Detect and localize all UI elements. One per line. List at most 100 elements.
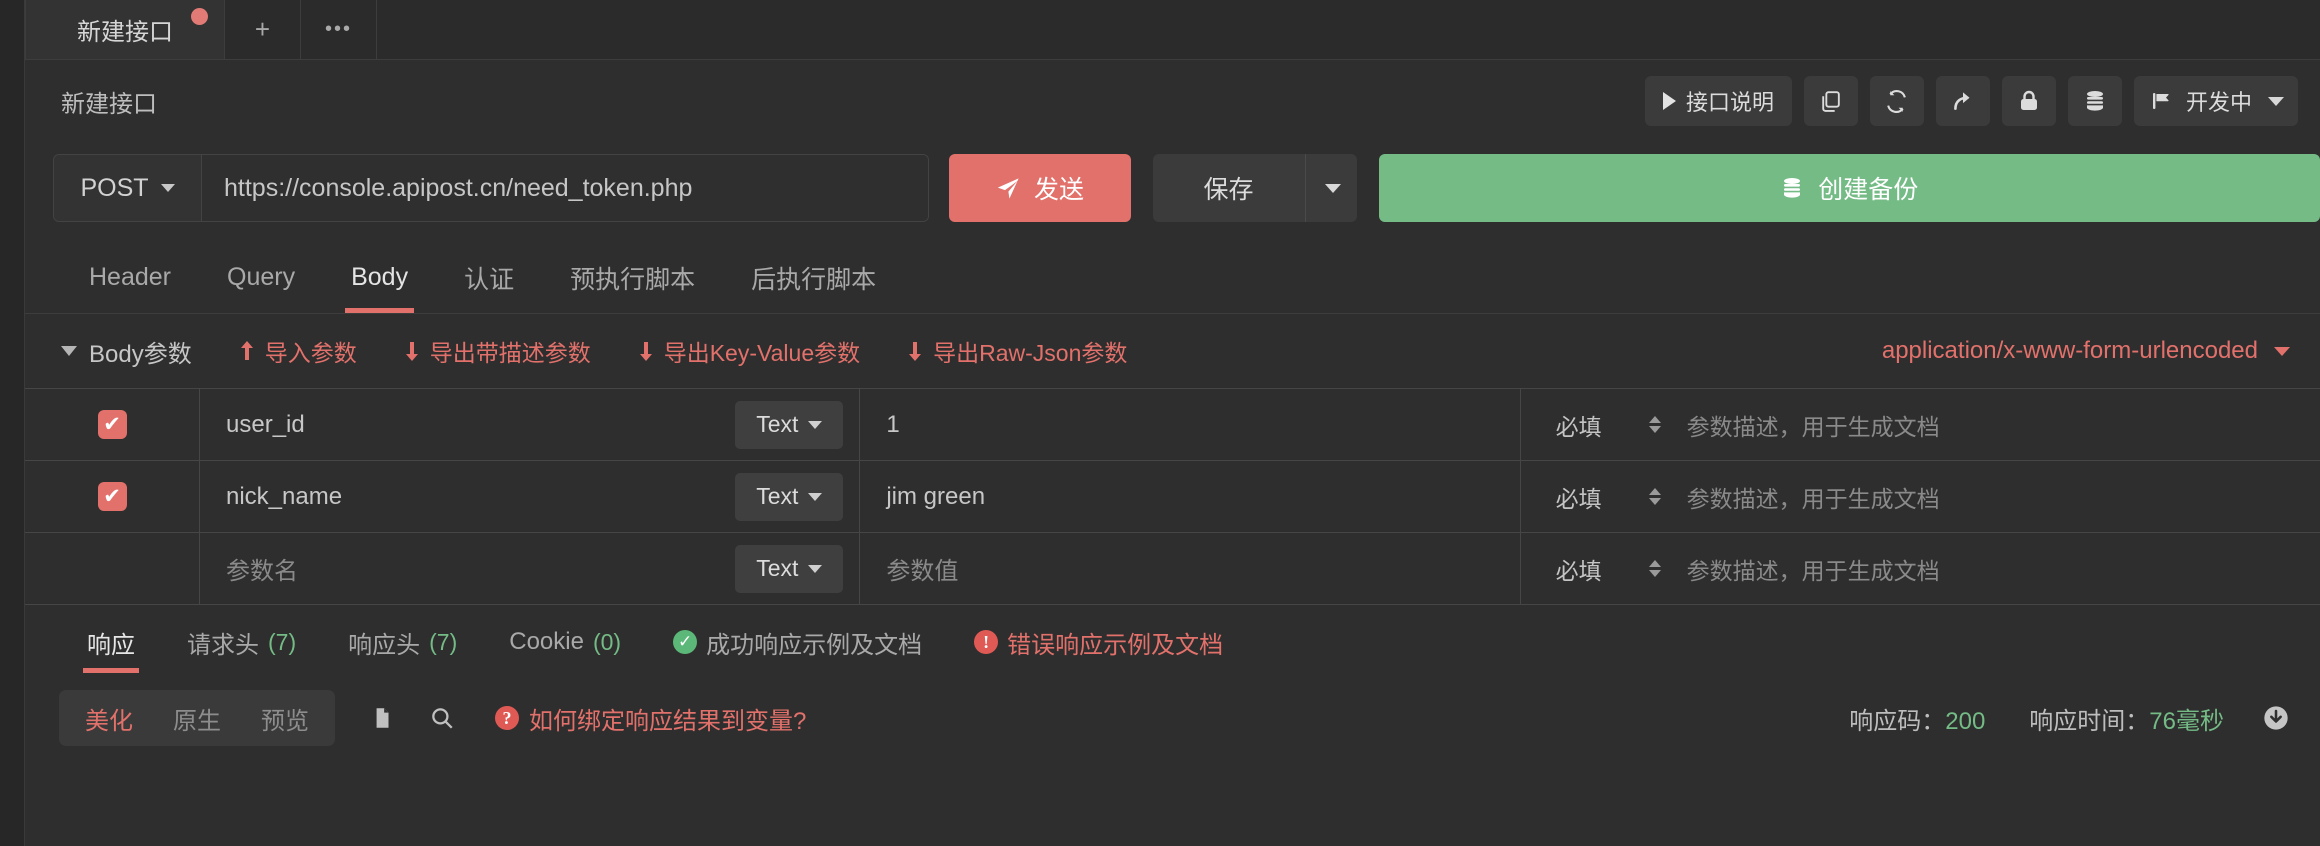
- view-mode-pretty[interactable]: 美化: [65, 701, 153, 736]
- download-response-button[interactable]: [2262, 704, 2290, 732]
- param-value-input[interactable]: 参数值: [860, 533, 1521, 604]
- view-mode-group: 美化 原生 预览: [59, 690, 335, 746]
- content-type-dropdown[interactable]: application/x-www-form-urlencoded: [1882, 337, 2290, 365]
- refresh-button[interactable]: [1869, 76, 1924, 126]
- tab-cookie[interactable]: Cookie (0): [483, 605, 647, 679]
- view-mode-raw[interactable]: 原生: [153, 701, 241, 736]
- tab-auth[interactable]: 认证: [436, 242, 542, 313]
- sort-updown-icon[interactable]: [1648, 488, 1661, 505]
- arrow-down-icon: [403, 340, 421, 362]
- database-icon: [2083, 89, 2107, 113]
- copy-response-button[interactable]: [369, 705, 395, 731]
- export-described-params-link[interactable]: 导出带描述参数: [403, 334, 591, 368]
- param-type-label: Text: [756, 411, 799, 437]
- tab-body[interactable]: Body: [323, 242, 436, 313]
- param-name-input[interactable]: user_id: [226, 411, 305, 439]
- param-required-dropdown[interactable]: 必填: [1521, 389, 1637, 460]
- status-code-label: 响应码：: [1849, 707, 1946, 735]
- database-button[interactable]: [2067, 76, 2122, 126]
- param-type-dropdown[interactable]: Text: [735, 544, 844, 593]
- import-params-link[interactable]: 导入参数: [238, 334, 357, 368]
- tab-request-headers[interactable]: 请求头 (7): [161, 605, 322, 679]
- save-button[interactable]: 保存: [1152, 154, 1305, 222]
- tab-response-headers-count: (7): [429, 628, 458, 655]
- param-value-input[interactable]: jim green: [860, 461, 1521, 532]
- tab-post-script[interactable]: 后执行脚本: [723, 242, 904, 313]
- sort-updown-icon[interactable]: [1648, 416, 1661, 433]
- param-name-cell[interactable]: 参数名 Text: [200, 533, 861, 604]
- tab-success-example[interactable]: ✓ 成功响应示例及文档: [647, 605, 948, 679]
- send-button[interactable]: 发送: [948, 154, 1131, 222]
- tab-new-interface[interactable]: 新建接口: [25, 0, 225, 59]
- method-selector[interactable]: POST: [54, 155, 202, 221]
- duplicate-button[interactable]: [1803, 76, 1858, 126]
- param-desc-input[interactable]: 参数描述，用于生成文档: [1673, 461, 2320, 532]
- response-time-value: 76毫秒: [2149, 707, 2224, 735]
- share-button[interactable]: [1935, 76, 1990, 126]
- tab-error-example[interactable]: ! 错误响应示例及文档: [948, 605, 1249, 679]
- tab-response[interactable]: 响应: [61, 605, 161, 679]
- url-bar-row: POST https://console.apipost.cn/need_tok…: [25, 150, 2320, 226]
- unsaved-dot-icon: [191, 8, 208, 25]
- arrow-down-icon: [906, 340, 924, 362]
- tab-query[interactable]: Query: [199, 242, 323, 313]
- create-backup-label: 创建备份: [1818, 176, 1919, 204]
- export-rawjson-params-link[interactable]: 导出Raw-Json参数: [906, 334, 1127, 368]
- share-icon: [1950, 88, 1976, 114]
- content-type-label: application/x-www-form-urlencoded: [1881, 337, 2258, 364]
- param-type-dropdown[interactable]: Text: [735, 400, 844, 449]
- create-backup-button[interactable]: 创建备份: [1378, 154, 2320, 222]
- param-desc-input[interactable]: 参数描述，用于生成文档: [1673, 389, 2320, 460]
- chevron-down-icon: [2268, 96, 2284, 106]
- api-doc-button[interactable]: 接口说明: [1644, 76, 1792, 126]
- param-type-dropdown[interactable]: Text: [735, 472, 844, 521]
- tab-error-example-label: 错误响应示例及文档: [1007, 631, 1224, 659]
- tab-more-button[interactable]: •••: [301, 0, 377, 59]
- status-dropdown[interactable]: 开发中: [2133, 76, 2298, 126]
- status-code-value: 200: [1945, 707, 1986, 735]
- save-dropdown-button[interactable]: [1304, 154, 1357, 222]
- arrow-up-icon: [238, 340, 256, 362]
- download-circle-icon: [2262, 704, 2290, 732]
- param-value-input[interactable]: 1: [860, 389, 1521, 460]
- param-type-label: Text: [756, 555, 799, 581]
- bind-variable-help-link[interactable]: ? 如何绑定响应结果到变量?: [495, 701, 806, 736]
- chevron-down-icon: [61, 346, 77, 356]
- tab-bar-filler: [377, 0, 2320, 59]
- add-tab-button[interactable]: +: [225, 0, 301, 59]
- database-icon: [1780, 176, 1804, 200]
- lock-button[interactable]: [2001, 76, 2056, 126]
- body-params-collapse[interactable]: Body参数: [61, 334, 192, 369]
- row-checkbox[interactable]: [98, 554, 127, 583]
- search-response-button[interactable]: [429, 705, 455, 731]
- row-checkbox[interactable]: ✔: [97, 482, 127, 511]
- tab-header[interactable]: Header: [61, 242, 199, 313]
- status-code: 响应码：200: [1849, 701, 1985, 736]
- row-checkbox[interactable]: ✔: [97, 410, 127, 439]
- param-sorter-cell: [1637, 461, 1673, 532]
- param-name-cell[interactable]: user_id Text: [200, 389, 861, 460]
- import-params-label: 导入参数: [264, 340, 357, 366]
- url-input[interactable]: https://console.apipost.cn/need_token.ph…: [202, 155, 928, 221]
- param-desc-input[interactable]: 参数描述，用于生成文档: [1673, 533, 2320, 604]
- sort-updown-icon[interactable]: [1648, 560, 1661, 577]
- tab-pre-script[interactable]: 预执行脚本: [542, 242, 723, 313]
- export-described-params-label: 导出带描述参数: [429, 340, 591, 366]
- param-name-input[interactable]: 参数名: [226, 551, 298, 586]
- param-name-input[interactable]: nick_name: [226, 483, 342, 511]
- param-required-dropdown[interactable]: 必填: [1521, 533, 1637, 604]
- chevron-down-icon: [808, 420, 823, 429]
- bind-variable-help-label: 如何绑定响应结果到变量?: [529, 707, 807, 735]
- chevron-down-icon: [160, 184, 175, 192]
- send-icon: [995, 175, 1022, 202]
- param-required-dropdown[interactable]: 必填: [1521, 461, 1637, 532]
- param-name-cell[interactable]: nick_name Text: [200, 461, 861, 532]
- copy-icon: [1818, 89, 1843, 114]
- export-keyvalue-params-link[interactable]: 导出Key-Value参数: [637, 334, 860, 368]
- response-time: 响应时间：76毫秒: [2029, 701, 2224, 736]
- send-label: 发送: [1033, 176, 1084, 204]
- tab-response-headers[interactable]: 响应头 (7): [322, 605, 483, 679]
- interface-header: 新建接口 接口说明 开发中: [25, 60, 2320, 142]
- view-mode-preview[interactable]: 预览: [241, 701, 329, 736]
- table-row: 参数名 Text 参数值 必填 参数描述，用于生成文档: [25, 533, 2320, 605]
